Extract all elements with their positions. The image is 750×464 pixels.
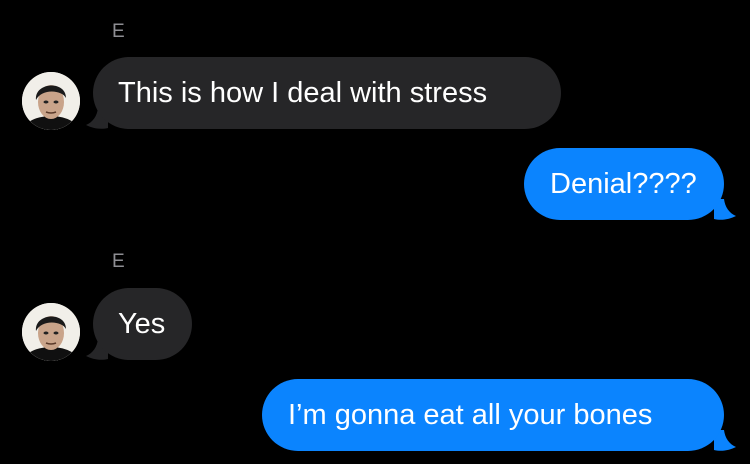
contact-avatar[interactable] <box>22 72 80 130</box>
contact-avatar[interactable] <box>22 303 80 361</box>
contact-photo-icon <box>22 303 80 361</box>
incoming-message-bubble[interactable]: Yes <box>93 288 192 360</box>
sender-name: E <box>112 251 125 272</box>
contact-photo-icon <box>22 72 80 130</box>
sender-name: E <box>112 21 125 42</box>
outgoing-message-bubble[interactable]: Denial???? <box>524 148 724 220</box>
outgoing-message-bubble[interactable]: I’m gonna eat all your bones <box>262 379 724 451</box>
incoming-message-bubble[interactable]: This is how I deal with stress <box>93 57 561 129</box>
